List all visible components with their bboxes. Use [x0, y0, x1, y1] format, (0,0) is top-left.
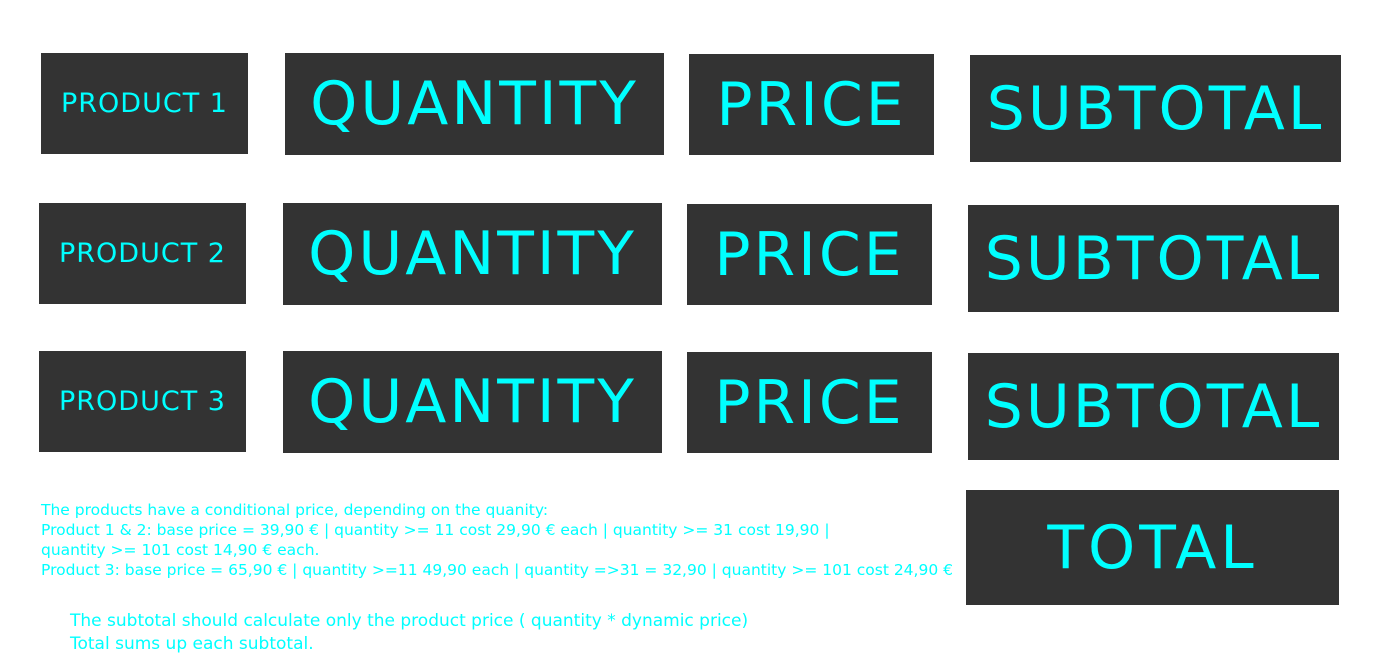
product-3-subtotal-field: SUBTOTAL: [968, 353, 1339, 460]
pricing-note-product-3: Product 3: base price = 65,90 € | quanti…: [41, 561, 953, 579]
calculation-notes: The subtotal should calculate only the p…: [70, 610, 748, 656]
pricing-note-product-1-2: Product 1 & 2: base price = 39,90 € | qu…: [41, 521, 830, 539]
product-2-subtotal-field: SUBTOTAL: [968, 205, 1339, 312]
total-field: TOTAL: [966, 490, 1339, 605]
subtotal-note: The subtotal should calculate only the p…: [70, 611, 749, 631]
product-2-label: PRODUCT 2: [39, 203, 246, 304]
pricing-note-intro: The products have a conditional price, d…: [41, 501, 549, 519]
product-1-quantity-field[interactable]: QUANTITY: [285, 53, 664, 155]
pricing-note-product-1-2-continued: quantity >= 101 cost 14,90 € each.: [41, 541, 320, 559]
product-2-price-field: PRICE: [687, 204, 932, 305]
product-1-label: PRODUCT 1: [41, 53, 248, 154]
product-3-price-field: PRICE: [687, 352, 932, 453]
product-1-subtotal-field: SUBTOTAL: [970, 55, 1341, 162]
product-3-label: PRODUCT 3: [39, 351, 246, 452]
product-1-price-field: PRICE: [689, 54, 934, 155]
product-2-quantity-field[interactable]: QUANTITY: [283, 203, 662, 305]
product-3-quantity-field[interactable]: QUANTITY: [283, 351, 662, 453]
pricing-notes: The products have a conditional price, d…: [41, 500, 971, 580]
total-note: Total sums up each subtotal.: [70, 634, 314, 654]
